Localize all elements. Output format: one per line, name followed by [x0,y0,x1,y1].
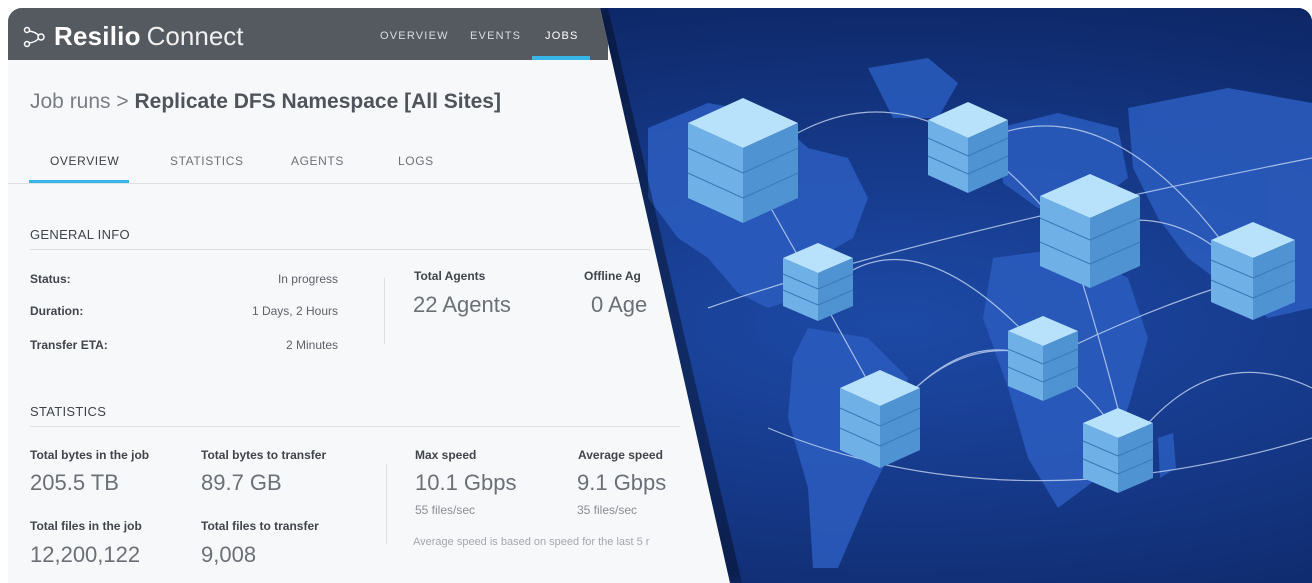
app-logo[interactable]: Resilio Connect [22,21,244,52]
nav-events[interactable]: EVENTS [470,30,521,42]
max-speed-label: Max speed [415,448,477,462]
breadcrumb-parent[interactable]: Job runs [30,90,111,113]
tab-agents[interactable]: AGENTS [291,154,344,168]
avg-speed-value: 9.1 Gbps [577,470,667,495]
offline-agents-label: Offline Ag [584,269,641,283]
general-info-title: GENERAL INFO [30,227,130,242]
total-agents-value: 22 Agents [413,292,511,317]
total-files-label: Total files in the job [30,519,142,533]
brand-product: Connect [146,21,244,51]
server-icon [1007,316,1079,401]
info-divider [384,278,385,344]
server-icon [1082,408,1154,493]
nav-active-indicator [532,56,590,60]
total-bytes-value: 205.5 TB [30,470,119,495]
total-agents-label: Total Agents [414,269,486,283]
breadcrumb-separator: > [116,90,129,113]
nav-overview[interactable]: OVERVIEW [380,30,449,42]
server-icon [1210,222,1296,320]
total-files-value: 12,200,122 [30,542,141,567]
avg-speed-files: 35 files/sec [577,503,638,517]
tabs-divider [8,183,728,184]
status-value: In progress [277,272,338,286]
max-speed-files: 55 files/sec [415,503,476,517]
bytes-to-transfer-label: Total bytes to transfer [201,448,327,462]
duration-label: Duration: [30,304,84,318]
statistics-divider-vertical [386,464,387,544]
average-speed-note: Average speed is based on speed for the … [413,536,650,548]
statistics-divider [30,426,680,427]
breadcrumb-current: Replicate DFS Namespace [All Sites] [134,90,501,113]
nav-jobs[interactable]: JOBS [545,30,579,42]
offline-agents-value: 0 Age [591,292,648,317]
files-to-transfer-label: Total files to transfer [201,519,319,533]
tab-statistics[interactable]: STATISTICS [170,154,244,168]
total-bytes-label: Total bytes in the job [30,448,150,462]
breadcrumb: Job runs > Replicate DFS Namespace [All … [30,90,501,114]
resilio-logo-icon [23,26,45,47]
brand-name: Resilio [54,21,141,51]
statistics-title: STATISTICS [30,404,107,419]
status-label: Status: [30,272,71,286]
server-icon [1039,174,1141,288]
server-icon [782,243,854,321]
max-speed-value: 10.1 Gbps [415,470,517,495]
hero-image: Resilio Connect OVERVIEW EVENTS JOBS Job… [8,8,1312,583]
server-icon [687,98,799,223]
server-icon [839,370,921,468]
server-icon [927,102,1009,193]
tab-overview[interactable]: OVERVIEW [50,154,119,168]
transfer-eta-label: Transfer ETA: [30,338,108,352]
top-navigation-bar: Resilio Connect OVERVIEW EVENTS JOBS [8,8,608,60]
greenland [868,58,958,118]
files-to-transfer-value: 9,008 [201,542,257,567]
duration-value: 1 Days, 2 Hours [251,304,338,318]
tab-logs[interactable]: LOGS [398,154,434,168]
avg-speed-label: Average speed [578,448,663,462]
general-info-divider [30,249,650,250]
transfer-eta-value: 2 Minutes [285,338,338,352]
bytes-to-transfer-value: 89.7 GB [201,470,282,495]
